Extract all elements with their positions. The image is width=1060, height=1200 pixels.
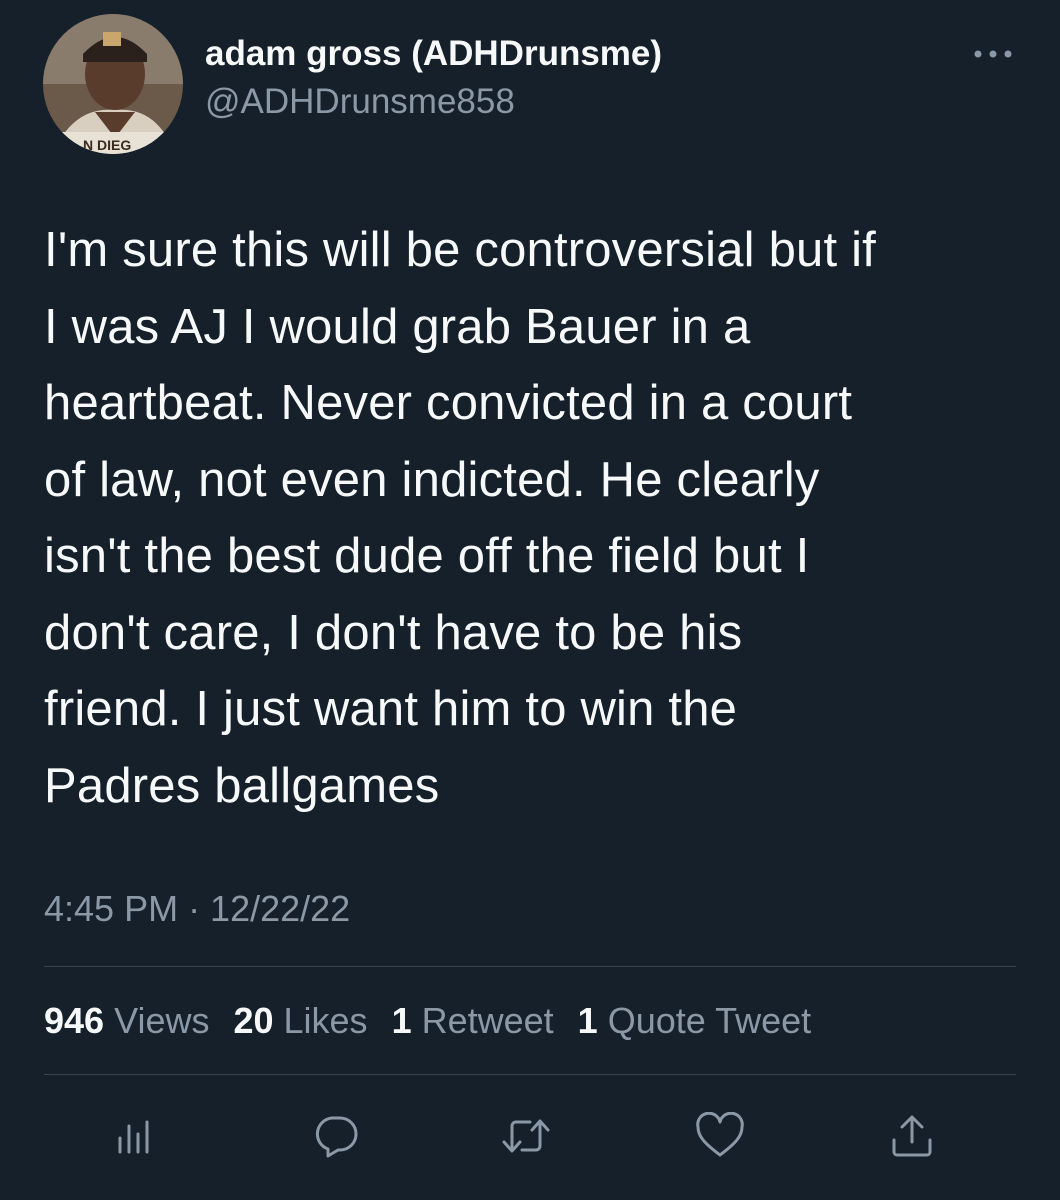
engagement-stats: 946 Views 20 Likes 1 Retweet 1 Quote Tweet [44, 1000, 835, 1042]
tweet-text: I'm sure this will be controversial but … [44, 223, 876, 813]
quotes-label: Quote Tweet [607, 1000, 812, 1041]
retweets-stat[interactable]: 1 Retweet [392, 1000, 554, 1042]
retweet-button[interactable] [498, 1108, 554, 1164]
analytics-button[interactable] [106, 1108, 162, 1164]
avatar[interactable]: N DIEG [43, 14, 183, 154]
likes-label: Likes [283, 1000, 368, 1041]
divider [44, 1074, 1016, 1075]
tweet-timestamp[interactable]: 4:45 PM · 12/22/22 [44, 888, 350, 930]
author-display-name[interactable]: adam gross (ADHDrunsme) [205, 34, 662, 74]
more-options-button[interactable] [968, 36, 1018, 72]
reply-button[interactable] [308, 1108, 364, 1164]
share-icon [892, 1115, 932, 1157]
quote-tweets-stat[interactable]: 1 Quote Tweet [578, 1000, 812, 1042]
more-icon [974, 50, 1012, 58]
divider [44, 966, 1016, 967]
likes-count: 20 [233, 1000, 274, 1041]
views-stat[interactable]: 946 Views [44, 1000, 209, 1042]
like-icon [696, 1112, 744, 1157]
avatar-jersey-lettering: N DIEG [83, 137, 131, 153]
author-handle[interactable]: @ADHDrunsme858 [205, 82, 515, 122]
share-button[interactable] [884, 1108, 940, 1164]
analytics-icon [118, 1120, 149, 1154]
retweets-count: 1 [391, 1000, 412, 1041]
avatar-photo: N DIEG [43, 14, 183, 154]
tweet-detail: N DIEG adam gross (ADHDrunsme) @ADHDruns… [0, 0, 1060, 1200]
quotes-count: 1 [577, 1000, 598, 1041]
reply-icon [315, 1116, 358, 1158]
likes-stat[interactable]: 20 Likes [233, 1000, 367, 1042]
views-label: Views [114, 1000, 210, 1041]
retweet-icon [502, 1119, 550, 1153]
views-count: 946 [44, 1000, 105, 1041]
like-button[interactable] [692, 1108, 748, 1164]
retweets-label: Retweet [421, 1000, 554, 1041]
